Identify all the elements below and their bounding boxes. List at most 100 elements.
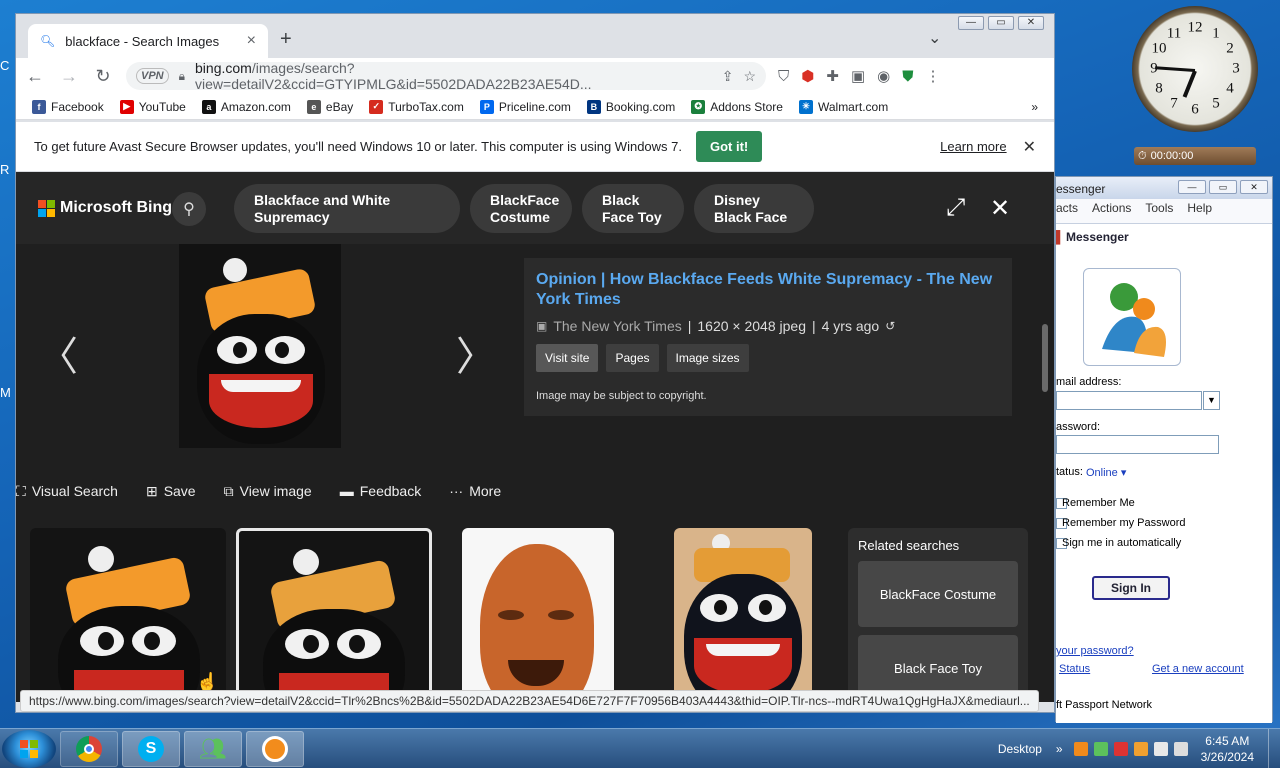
messenger-titlebar[interactable]: essenger — ▭ ✕ (1056, 177, 1272, 199)
bookmark-item[interactable]: ✳ Walmart.com (798, 99, 888, 114)
menu-actions[interactable]: Actions (1092, 201, 1131, 221)
scrollbar[interactable] (1042, 324, 1048, 392)
lock-icon[interactable]: 🔒︎ (179, 69, 185, 84)
save-button[interactable]: ⊞ Save (146, 483, 196, 500)
security-shield-icon[interactable]: ⛊ (902, 68, 913, 85)
infobar-close-icon[interactable]: ✕ (1023, 137, 1036, 157)
related-pill-0[interactable]: Blackface and White Supremacy (234, 184, 460, 233)
messenger-tray-icon[interactable] (1093, 742, 1108, 756)
network-error-icon[interactable] (1113, 742, 1128, 756)
desktop-toolbar-label[interactable]: Desktop (998, 742, 1042, 756)
tab-bing-images[interactable]: 🔍︎ blackface - Search Images × (28, 24, 268, 58)
image-sizes-button[interactable]: Image sizes (666, 344, 749, 372)
next-arrow-icon[interactable]: 〉 (456, 324, 496, 382)
menu-tools[interactable]: Tools (1145, 201, 1173, 221)
email-field[interactable] (1056, 391, 1202, 410)
clock-gadget[interactable]: 12 1 2 3 4 5 6 7 8 9 10 11 (1132, 6, 1258, 132)
visual-search-button[interactable]: ⛶ Visual Search (16, 483, 118, 500)
password-field[interactable] (1056, 435, 1219, 454)
sign-in-button[interactable]: Sign In (1092, 576, 1170, 600)
tab-close-icon[interactable]: × (247, 32, 256, 50)
bookmark-item[interactable]: ▶ YouTube (119, 99, 186, 114)
volume-muted-icon[interactable] (1173, 742, 1188, 756)
bookmark-item[interactable]: e eBay (306, 99, 353, 114)
minimize-button[interactable]: — (1178, 180, 1206, 194)
related-search-item[interactable]: BlackFace Costume (858, 561, 1018, 627)
result-title-link[interactable]: Opinion | How Blackface Feeds White Supr… (536, 270, 1000, 310)
got-it-button[interactable]: Got it! (696, 131, 763, 162)
search-tray-icon[interactable] (1133, 742, 1148, 756)
start-button[interactable] (2, 730, 56, 768)
bookmark-star-icon[interactable]: ☆ (743, 68, 756, 85)
expand-icon[interactable]: ⤢ (946, 194, 965, 222)
sidebar-icon[interactable]: ▣ (851, 67, 865, 85)
service-status-link[interactable]: Status (1059, 663, 1090, 675)
bookmark-item[interactable]: f Facebook (32, 99, 104, 114)
pages-button[interactable]: Pages (606, 344, 659, 372)
bing-header: Microsoft Bing ⚲ Blackface and White Sup… (16, 172, 1054, 244)
result-source-link[interactable]: The New York Times (553, 318, 681, 334)
reload-icon[interactable]: ↻ (92, 66, 114, 87)
related-pill-1[interactable]: BlackFace Costume (470, 184, 572, 233)
search-icon[interactable]: ⚲ (172, 192, 206, 226)
new-account-link[interactable]: Get a new account (1152, 663, 1244, 675)
back-icon[interactable]: ← (24, 66, 46, 87)
taskbar-chrome[interactable] (60, 731, 118, 767)
profile-icon[interactable]: ◉ (877, 67, 890, 85)
status-select[interactable]: Online ▾ (1086, 466, 1126, 479)
bookmark-item[interactable]: a Amazon.com (201, 99, 291, 114)
forgot-password-link[interactable]: your password? (1056, 645, 1134, 657)
related-pill-3[interactable]: Disney Black Face (694, 184, 814, 233)
view-image-button[interactable]: ⧉ View image (224, 483, 312, 500)
taskbar-messenger[interactable]: 👥︎ (184, 731, 242, 767)
taskbar-skype[interactable]: S (122, 731, 180, 767)
feedback-button[interactable]: ▬ Feedback (340, 483, 421, 499)
forward-icon[interactable]: → (58, 66, 80, 87)
adblock-extension-icon[interactable]: ⬢ (801, 67, 814, 85)
thumbnail-image[interactable] (674, 528, 812, 702)
save-icon: ⊞ (145, 482, 158, 499)
thumbnail-image[interactable] (236, 528, 432, 702)
close-viewer-icon[interactable]: ✕ (990, 194, 1010, 223)
taskbar-avast-browser[interactable] (246, 731, 304, 767)
timer-gadget[interactable]: ⏱ 00:00:00 (1134, 147, 1256, 165)
maximize-button[interactable]: ▭ (988, 16, 1014, 30)
vpn-badge[interactable]: VPN (136, 68, 169, 84)
previous-arrow-icon[interactable]: 〈 (38, 324, 78, 382)
more-button[interactable]: ··· More (449, 483, 501, 499)
close-button[interactable]: ✕ (1018, 16, 1044, 30)
minimize-button[interactable]: — (958, 16, 984, 30)
tray-clock[interactable]: 6:45 AM 3/26/2024 (1201, 733, 1254, 765)
new-tab-button[interactable]: + (280, 28, 292, 51)
thumbnail-image[interactable] (462, 528, 614, 702)
bookmark-item[interactable]: P Priceline.com (479, 99, 571, 114)
kebab-menu-icon[interactable]: ⋮ (926, 67, 941, 85)
bing-brand[interactable]: Microsoft Bing (60, 199, 172, 217)
main-image[interactable] (179, 244, 341, 448)
address-bar[interactable]: VPN 🔒︎ bing.com/images/search?view=detai… (126, 60, 766, 92)
vlc-tray-icon[interactable] (1073, 742, 1088, 756)
related-pill-2[interactable]: Black Face Toy (582, 184, 684, 233)
shield-extension-icon[interactable]: ⛉ (778, 68, 789, 85)
share-icon[interactable]: ⇪ (722, 68, 734, 85)
menu-contacts[interactable]: acts (1056, 201, 1078, 221)
menu-help[interactable]: Help (1187, 201, 1212, 221)
network-icon[interactable] (1153, 742, 1168, 756)
expand-toolbar-icon[interactable]: » (1056, 742, 1063, 756)
skype-icon: S (138, 736, 164, 762)
tab-search-button[interactable]: ⌄ (928, 28, 941, 48)
close-button[interactable]: ✕ (1240, 180, 1268, 194)
maximize-button[interactable]: ▭ (1209, 180, 1237, 194)
bookmark-item[interactable]: ✪ Addons Store (691, 99, 783, 114)
meta-separator: | (687, 318, 692, 334)
show-desktop-button[interactable] (1268, 729, 1280, 768)
bookmark-label: TurboTax.com (388, 99, 464, 114)
extensions-puzzle-icon[interactable]: ✚ (826, 67, 839, 85)
bookmark-item[interactable]: ✓ TurboTax.com (369, 99, 464, 114)
email-dropdown-button[interactable]: ▼ (1203, 391, 1220, 410)
bookmarks-overflow-button[interactable]: » (1031, 100, 1038, 114)
learn-more-link[interactable]: Learn more (940, 139, 1006, 154)
microsoft-logo-icon[interactable] (38, 200, 55, 217)
bookmark-item[interactable]: B Booking.com (586, 99, 675, 114)
visit-site-button[interactable]: Visit site (536, 344, 599, 372)
